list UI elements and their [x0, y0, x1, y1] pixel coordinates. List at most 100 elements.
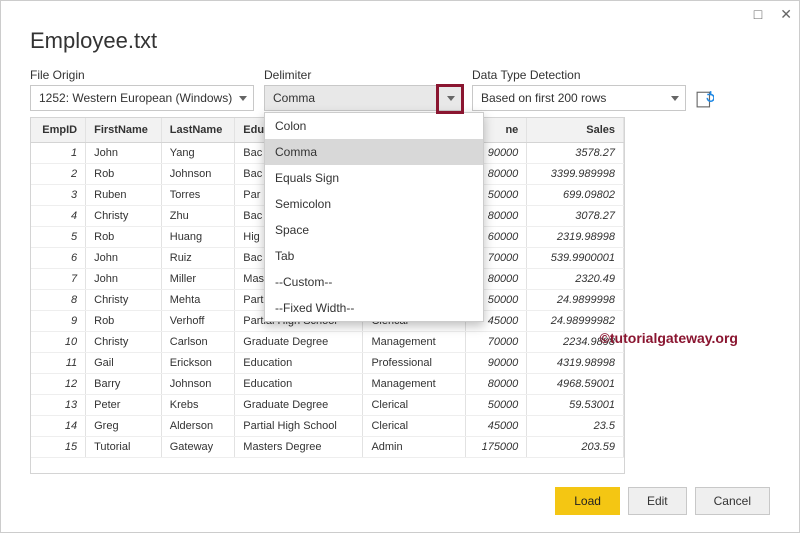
window-controls: □ ✕: [754, 6, 792, 23]
page-title: Employee.txt: [30, 28, 770, 54]
table-cell: 3578.27: [527, 142, 624, 163]
edit-button[interactable]: Edit: [628, 487, 687, 515]
table-row[interactable]: 14GregAldersonPartial High SchoolClerica…: [31, 415, 624, 436]
chevron-down-icon: [239, 96, 247, 101]
delimiter-dropdown[interactable]: Comma: [264, 85, 462, 111]
table-cell: Erickson: [161, 352, 235, 373]
table-cell: 11: [31, 352, 86, 373]
table-cell: 539.9900001: [527, 247, 624, 268]
table-cell: Rob: [86, 163, 162, 184]
table-cell: Tutorial: [86, 436, 162, 457]
table-cell: 203.59: [527, 436, 624, 457]
file-origin-label: File Origin: [30, 68, 254, 82]
table-cell: Graduate Degree: [235, 331, 363, 352]
table-cell: Education: [235, 352, 363, 373]
table-cell: Ruiz: [161, 247, 235, 268]
table-cell: Krebs: [161, 394, 235, 415]
table-cell: 7: [31, 268, 86, 289]
file-origin-value: 1252: Western European (Windows): [39, 91, 232, 105]
table-cell: 10: [31, 331, 86, 352]
table-cell: Yang: [161, 142, 235, 163]
table-cell: Gateway: [161, 436, 235, 457]
delimiter-label: Delimiter: [264, 68, 462, 82]
detection-group: Data Type Detection Based on first 200 r…: [472, 68, 686, 111]
table-row[interactable]: 10ChristyCarlsonGraduate DegreeManagemen…: [31, 331, 624, 352]
table-cell: 2319.98998: [527, 226, 624, 247]
table-cell: 80000: [466, 373, 527, 394]
table-cell: 59.53001: [527, 394, 624, 415]
table-cell: Alderson: [161, 415, 235, 436]
table-cell: 23.5: [527, 415, 624, 436]
controls-row: File Origin 1252: Western European (Wind…: [30, 68, 770, 111]
table-cell: 70000: [466, 331, 527, 352]
table-cell: 12: [31, 373, 86, 394]
table-cell: Carlson: [161, 331, 235, 352]
table-cell: 4968.59001: [527, 373, 624, 394]
detection-dropdown[interactable]: Based on first 200 rows: [472, 85, 686, 111]
col-header-sales[interactable]: Sales: [527, 118, 624, 142]
table-cell: Professional: [363, 352, 466, 373]
delimiter-group: Delimiter Comma Colon Comma Equals Sign …: [264, 68, 462, 111]
table-cell: Graduate Degree: [235, 394, 363, 415]
refresh-icon[interactable]: [696, 90, 714, 108]
delimiter-option-comma[interactable]: Comma: [265, 139, 483, 165]
table-cell: Huang: [161, 226, 235, 247]
table-cell: 9: [31, 310, 86, 331]
delimiter-option-semicolon[interactable]: Semicolon: [265, 191, 483, 217]
delimiter-value: Comma: [273, 91, 315, 105]
table-cell: Johnson: [161, 163, 235, 184]
delimiter-option-colon[interactable]: Colon: [265, 113, 483, 139]
cancel-button[interactable]: Cancel: [695, 487, 770, 515]
table-cell: 45000: [466, 415, 527, 436]
table-cell: Gail: [86, 352, 162, 373]
table-cell: Clerical: [363, 394, 466, 415]
delimiter-option-fixedwidth[interactable]: --Fixed Width--: [265, 295, 483, 321]
table-cell: Masters Degree: [235, 436, 363, 457]
table-cell: Christy: [86, 289, 162, 310]
table-cell: Ruben: [86, 184, 162, 205]
delimiter-option-tab[interactable]: Tab: [265, 243, 483, 269]
table-cell: Admin: [363, 436, 466, 457]
chevron-down-icon: [447, 96, 455, 101]
table-cell: 14: [31, 415, 86, 436]
table-cell: Miller: [161, 268, 235, 289]
table-cell: 3078.27: [527, 205, 624, 226]
table-cell: Rob: [86, 310, 162, 331]
table-cell: Zhu: [161, 205, 235, 226]
dialog-content: Employee.txt File Origin 1252: Western E…: [30, 28, 770, 515]
table-cell: 5: [31, 226, 86, 247]
table-cell: 13: [31, 394, 86, 415]
table-cell: John: [86, 247, 162, 268]
table-cell: 175000: [466, 436, 527, 457]
detection-value: Based on first 200 rows: [481, 91, 606, 105]
table-cell: 1: [31, 142, 86, 163]
file-origin-dropdown[interactable]: 1252: Western European (Windows): [30, 85, 254, 111]
table-row[interactable]: 15TutorialGatewayMasters DegreeAdmin1750…: [31, 436, 624, 457]
table-cell: Management: [363, 373, 466, 394]
load-button[interactable]: Load: [555, 487, 620, 515]
table-row[interactable]: 13PeterKrebsGraduate DegreeClerical50000…: [31, 394, 624, 415]
table-cell: 4319.98998: [527, 352, 624, 373]
col-header-empid[interactable]: EmpID: [31, 118, 86, 142]
delimiter-option-custom[interactable]: --Custom--: [265, 269, 483, 295]
table-cell: 50000: [466, 394, 527, 415]
close-icon[interactable]: ✕: [780, 6, 792, 23]
maximize-icon[interactable]: □: [754, 6, 762, 23]
table-cell: 90000: [466, 352, 527, 373]
col-header-lastname[interactable]: LastName: [161, 118, 235, 142]
table-row[interactable]: 11GailEricksonEducationProfessional90000…: [31, 352, 624, 373]
table-row[interactable]: 12BarryJohnsonEducationManagement8000049…: [31, 373, 624, 394]
table-cell: Verhoff: [161, 310, 235, 331]
file-origin-group: File Origin 1252: Western European (Wind…: [30, 68, 254, 111]
table-cell: 4: [31, 205, 86, 226]
table-cell: 2: [31, 163, 86, 184]
col-header-firstname[interactable]: FirstName: [86, 118, 162, 142]
table-cell: 699.09802: [527, 184, 624, 205]
footer-buttons: Load Edit Cancel: [555, 487, 770, 515]
delimiter-option-space[interactable]: Space: [265, 217, 483, 243]
delimiter-option-equals[interactable]: Equals Sign: [265, 165, 483, 191]
table-cell: 2320.49: [527, 268, 624, 289]
table-cell: 24.98999982: [527, 310, 624, 331]
table-cell: John: [86, 142, 162, 163]
table-cell: Johnson: [161, 373, 235, 394]
